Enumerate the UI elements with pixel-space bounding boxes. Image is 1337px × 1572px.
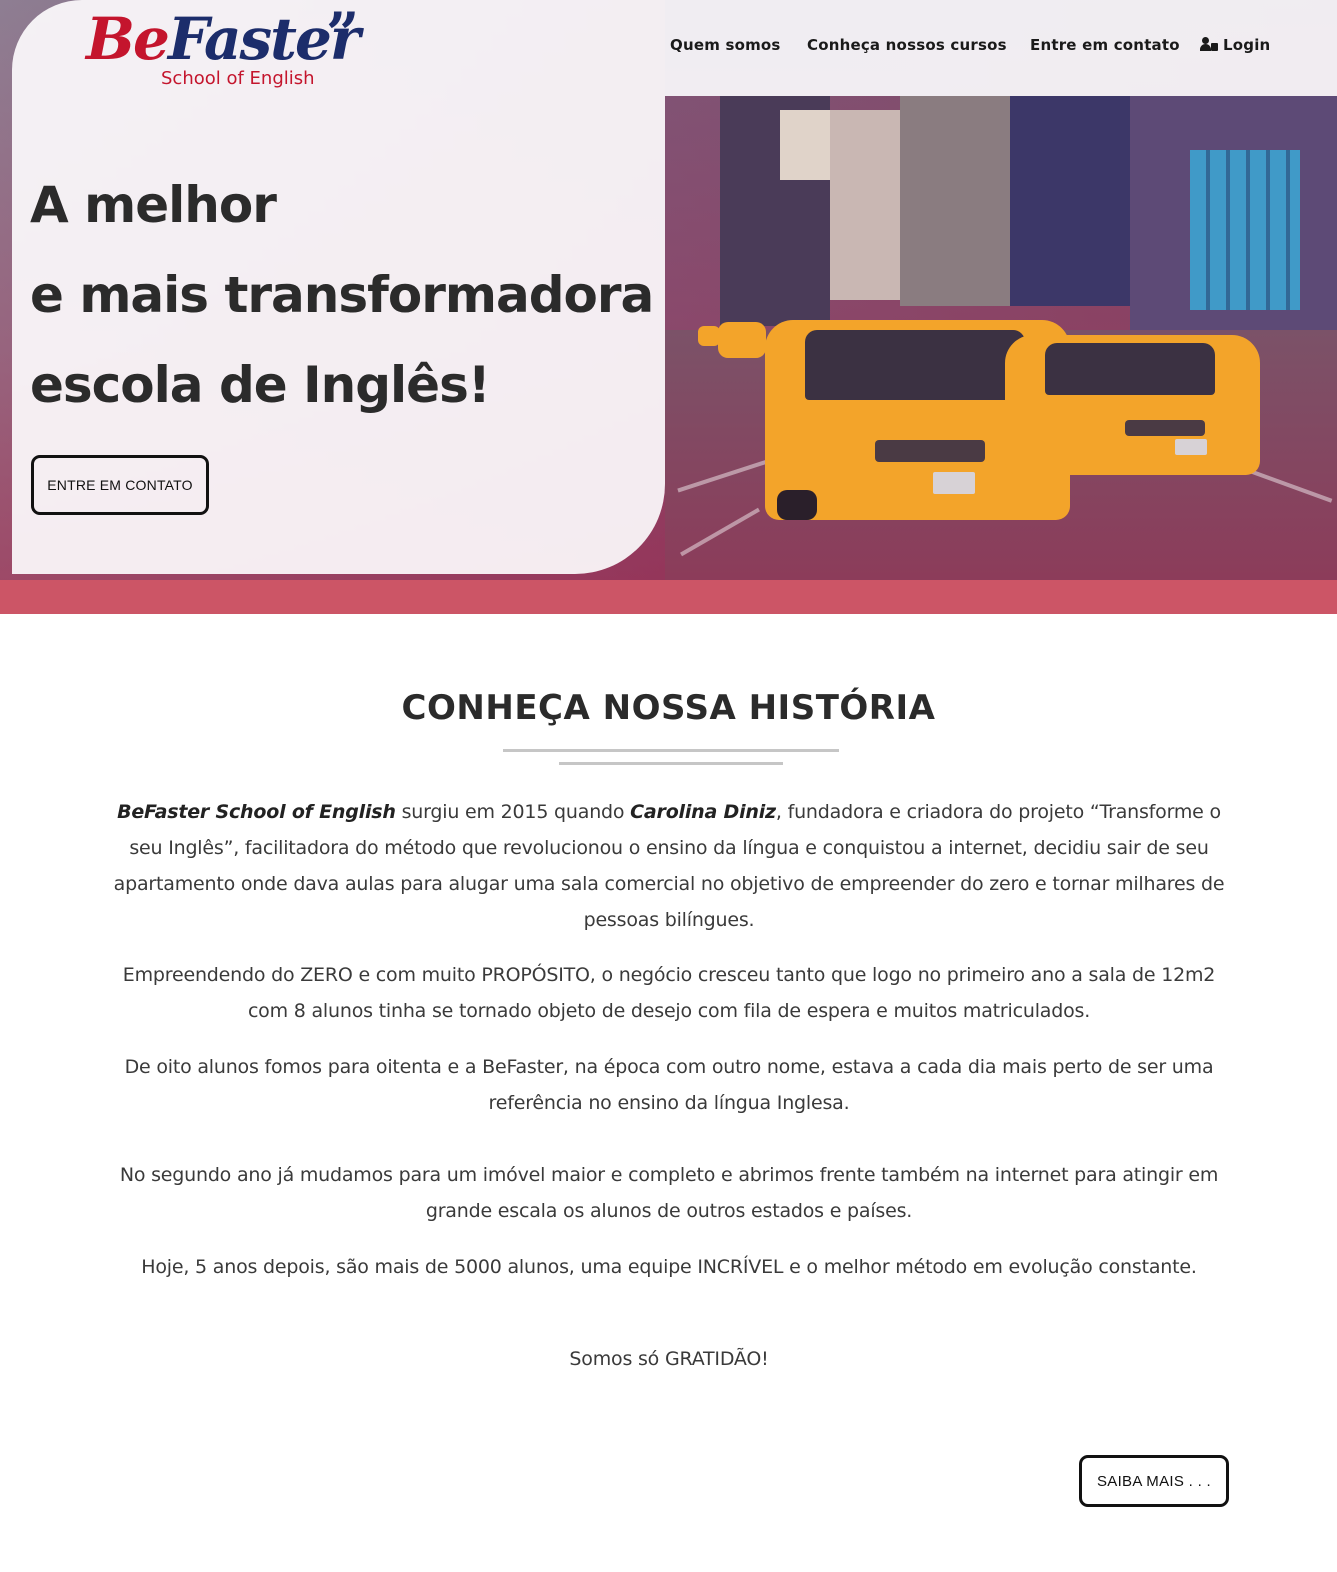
- founder-name-emphasis: Carolina Diniz: [630, 801, 776, 823]
- hero-bottom-band: [0, 580, 1337, 614]
- taxi-grille: [1125, 420, 1205, 436]
- history-paragraph-1: BeFaster School of English surgiu em 201…: [108, 794, 1230, 938]
- taxi: [1005, 335, 1260, 475]
- title-divider: [503, 749, 839, 752]
- history-paragraph-4: No segundo ano já mudamos para um imóvel…: [119, 1164, 1219, 1222]
- billboard: [780, 110, 830, 180]
- logo[interactable]: BeFaster ” School of English: [86, 0, 366, 96]
- hero-line-2: e mais transformadora: [30, 266, 654, 324]
- contact-button[interactable]: ENTRE EM CONTATO: [31, 455, 209, 515]
- logo-be: Be: [86, 5, 170, 73]
- history-paragraph-6: Somos só GRATIDÃO!: [569, 1348, 769, 1370]
- nav-quem-somos[interactable]: Quem somos: [670, 36, 781, 54]
- background-building: [900, 96, 1010, 306]
- background-building: [1010, 96, 1130, 306]
- taxi-plate: [1175, 439, 1207, 455]
- hero-line-3: escola de Inglês!: [30, 356, 491, 414]
- lane-marking: [680, 507, 760, 557]
- logo-quote-mark: ”: [326, 0, 360, 68]
- taxi-plate: [933, 472, 975, 494]
- taxi: [718, 322, 766, 358]
- learn-more-button[interactable]: SAIBA MAIS . . .: [1079, 1455, 1229, 1507]
- hero-line-1: A melhor: [30, 176, 277, 234]
- billboard: [1190, 150, 1300, 310]
- history-paragraph-5: Hoje, 5 anos depois, são mais de 5000 al…: [141, 1256, 1197, 1278]
- hero-section: BeFaster ” School of English Quem somos …: [0, 0, 1337, 614]
- taxi-grille: [875, 440, 985, 462]
- login-label: Login: [1223, 36, 1271, 54]
- nav-contato[interactable]: Entre em contato: [1030, 36, 1180, 54]
- logo-wordmark: BeFaster: [86, 5, 360, 73]
- logo-subtitle: School of English: [161, 68, 315, 89]
- brand-name-emphasis: BeFaster School of English: [117, 801, 396, 823]
- taxi-windshield: [805, 330, 1025, 400]
- user-lock-icon: [1200, 37, 1218, 51]
- history-title: CONHEÇA NOSSA HISTÓRIA: [401, 688, 936, 728]
- taxi-wheel: [777, 490, 817, 520]
- background-building: [830, 110, 900, 300]
- nav-login[interactable]: Login: [1200, 36, 1270, 54]
- paragraph-text: surgiu em 2015 quando: [395, 801, 631, 823]
- taxi: [698, 326, 720, 346]
- nav-cursos[interactable]: Conheça nossos cursos: [807, 36, 1007, 54]
- title-divider: [559, 762, 783, 765]
- taxi-windshield: [1045, 343, 1215, 395]
- history-paragraph-2: Empreendendo do ZERO e com muito PROPÓSI…: [122, 964, 1216, 1022]
- hero-headline: A melhor e mais transformadora escola de…: [30, 160, 654, 430]
- history-paragraph-3: De oito alunos fomos para oitenta e a Be…: [124, 1056, 1214, 1114]
